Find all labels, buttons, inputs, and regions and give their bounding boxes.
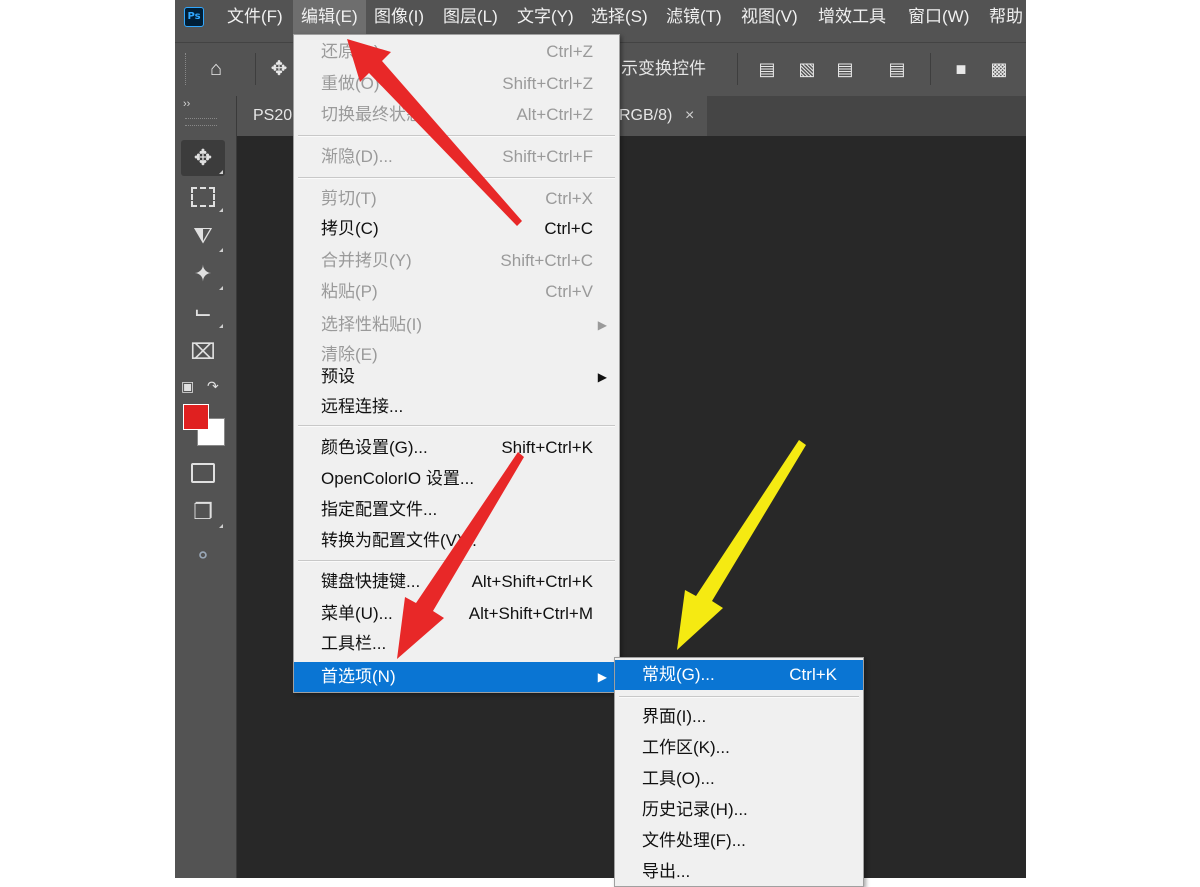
move-tool-icon[interactable]: ✥ xyxy=(181,140,225,176)
submenu-item-interface[interactable]: 界面(I)... xyxy=(615,702,863,732)
menu-item-fade[interactable]: 渐隐(D)... Shift+Ctrl+F xyxy=(294,142,619,172)
foreground-color-swatch[interactable] xyxy=(183,404,209,430)
crop-tool-icon[interactable]: ⌙ xyxy=(181,294,225,330)
frame-tool-icon[interactable]: ⌧ xyxy=(181,334,225,370)
menu-layer[interactable]: 图层(L) xyxy=(443,0,498,34)
menu-item-paste[interactable]: 粘贴(P) Ctrl+V xyxy=(294,277,619,307)
separator xyxy=(737,53,738,85)
submenu-item-workspace[interactable]: 工作区(K)... xyxy=(615,733,863,763)
menu-item-redo[interactable]: 重做(O) Shift+Ctrl+Z xyxy=(294,69,619,99)
options-grip xyxy=(185,53,188,85)
menu-separator xyxy=(298,177,615,179)
menu-item-remote-connections[interactable]: 远程连接... xyxy=(294,392,619,422)
menu-help[interactable]: 帮助 xyxy=(989,0,1023,34)
default-colors-icon[interactable]: ▣ xyxy=(181,378,194,395)
menu-item-preferences[interactable]: 首选项(N) ▶ xyxy=(294,662,619,692)
align-right-icon[interactable]: ▤ xyxy=(831,43,859,95)
separator xyxy=(255,53,256,85)
menu-item-paste-special[interactable]: 选择性粘贴(I) ▶ xyxy=(294,310,619,340)
lasso-tool-icon[interactable]: ⧨ xyxy=(181,218,225,254)
menu-type[interactable]: 文字(Y) xyxy=(517,0,574,34)
submenu-arrow-icon: ▶ xyxy=(597,370,607,384)
menu-file[interactable]: 文件(F) xyxy=(227,0,283,34)
submenu-item-general[interactable]: 常规(G)... Ctrl+K xyxy=(615,660,863,690)
menu-separator xyxy=(619,696,859,698)
menu-item-toggle-last-state[interactable]: 切换最终状态 Alt+Ctrl+Z xyxy=(294,100,619,130)
marquee-tool-icon[interactable] xyxy=(181,178,225,214)
menu-item-keyboard-shortcuts[interactable]: 键盘快捷键... Alt+Shift+Ctrl+K xyxy=(294,567,619,597)
ps-logo: Ps xyxy=(184,7,204,27)
magic-wand-icon[interactable]: ✦ xyxy=(181,256,225,292)
menu-select[interactable]: 选择(S) xyxy=(591,0,648,34)
menubar: Ps 文件(F) 编辑(E) 图像(I) 图层(L) 文字(Y) 选择(S) 滤… xyxy=(175,0,1026,34)
menu-item-toolbar[interactable]: 工具栏... xyxy=(294,629,619,659)
share-icon[interactable]: ⚬ xyxy=(181,538,225,574)
submenu-item-history-log[interactable]: 历史记录(H)... xyxy=(615,795,863,825)
document-tab-name: PS20 xyxy=(253,107,293,124)
preferences-submenu: 常规(G)... Ctrl+K 界面(I)... 工作区(K)... 工具(O).… xyxy=(614,657,864,887)
menu-separator xyxy=(298,560,615,562)
menu-view[interactable]: 视图(V) xyxy=(741,0,798,34)
menu-separator xyxy=(298,135,615,137)
panel-grip[interactable] xyxy=(185,118,217,126)
close-tab-icon[interactable]: × xyxy=(685,96,694,136)
document-tab-mode: RGB/8) xyxy=(619,107,673,124)
align-center-icon[interactable]: ▧ xyxy=(793,43,821,95)
menu-item-undo[interactable]: 还原(O) Ctrl+Z xyxy=(294,37,619,67)
collapse-panel-icon[interactable]: ›› xyxy=(183,98,190,110)
menu-item-copy[interactable]: 拷贝(C) Ctrl+C xyxy=(294,214,619,244)
tools-panel: ›› ✥ ⧨ ✦ ⌙ ⌧ ▣ ↷ ❐ ⚬ xyxy=(175,96,237,878)
menu-item-assign-profile[interactable]: 指定配置文件... xyxy=(294,495,619,525)
submenu-item-file-handling[interactable]: 文件处理(F)... xyxy=(615,826,863,856)
submenu-arrow-icon: ▶ xyxy=(597,318,607,332)
menu-item-cut[interactable]: 剪切(T) Ctrl+X xyxy=(294,184,619,214)
menu-item-opencolorio-settings[interactable]: OpenColorIO 设置... xyxy=(294,464,619,494)
menu-edit[interactable]: 编辑(E) xyxy=(293,0,366,34)
menu-window[interactable]: 窗口(W) xyxy=(908,0,969,34)
align-left-icon[interactable]: ▤ xyxy=(753,43,781,95)
align-top-icon[interactable]: ■ xyxy=(947,43,975,95)
show-transform-controls-label[interactable]: 示变换控件 xyxy=(621,43,706,95)
home-icon[interactable]: ⌂ xyxy=(200,43,232,95)
menu-filter[interactable]: 滤镜(T) xyxy=(666,0,722,34)
menu-item-menus[interactable]: 菜单(U)... Alt+Shift+Ctrl+M xyxy=(294,599,619,629)
swap-colors-icon[interactable]: ↷ xyxy=(207,378,219,395)
move-tool-option-icon[interactable]: ✥ xyxy=(263,43,295,95)
menu-item-color-settings[interactable]: 颜色设置(G)... Shift+Ctrl+K xyxy=(294,433,619,463)
screen-mode-icon[interactable]: ❐ xyxy=(181,494,225,530)
menu-plugins[interactable]: 增效工具 xyxy=(818,0,886,34)
menu-separator xyxy=(298,425,615,427)
separator xyxy=(930,53,931,85)
quick-mask-icon[interactable] xyxy=(181,454,225,490)
menu-item-presets[interactable]: 预设 ▶ xyxy=(294,362,619,392)
menu-item-copy-merged[interactable]: 合并拷贝(Y) Shift+Ctrl+C xyxy=(294,246,619,276)
menu-image[interactable]: 图像(I) xyxy=(374,0,424,34)
align-middle-icon[interactable]: ▩ xyxy=(985,43,1013,95)
edit-menu: 还原(O) Ctrl+Z 重做(O) Shift+Ctrl+Z 切换最终状态 Alt+… xyxy=(293,34,620,693)
submenu-item-export[interactable]: 导出... xyxy=(615,857,863,887)
submenu-arrow-icon: ▶ xyxy=(597,670,607,684)
distribute-icon[interactable]: ▤ xyxy=(881,43,913,95)
menu-item-convert-to-profile[interactable]: 转换为配置文件(V)... xyxy=(294,526,619,556)
submenu-item-tools[interactable]: 工具(O)... xyxy=(615,764,863,794)
